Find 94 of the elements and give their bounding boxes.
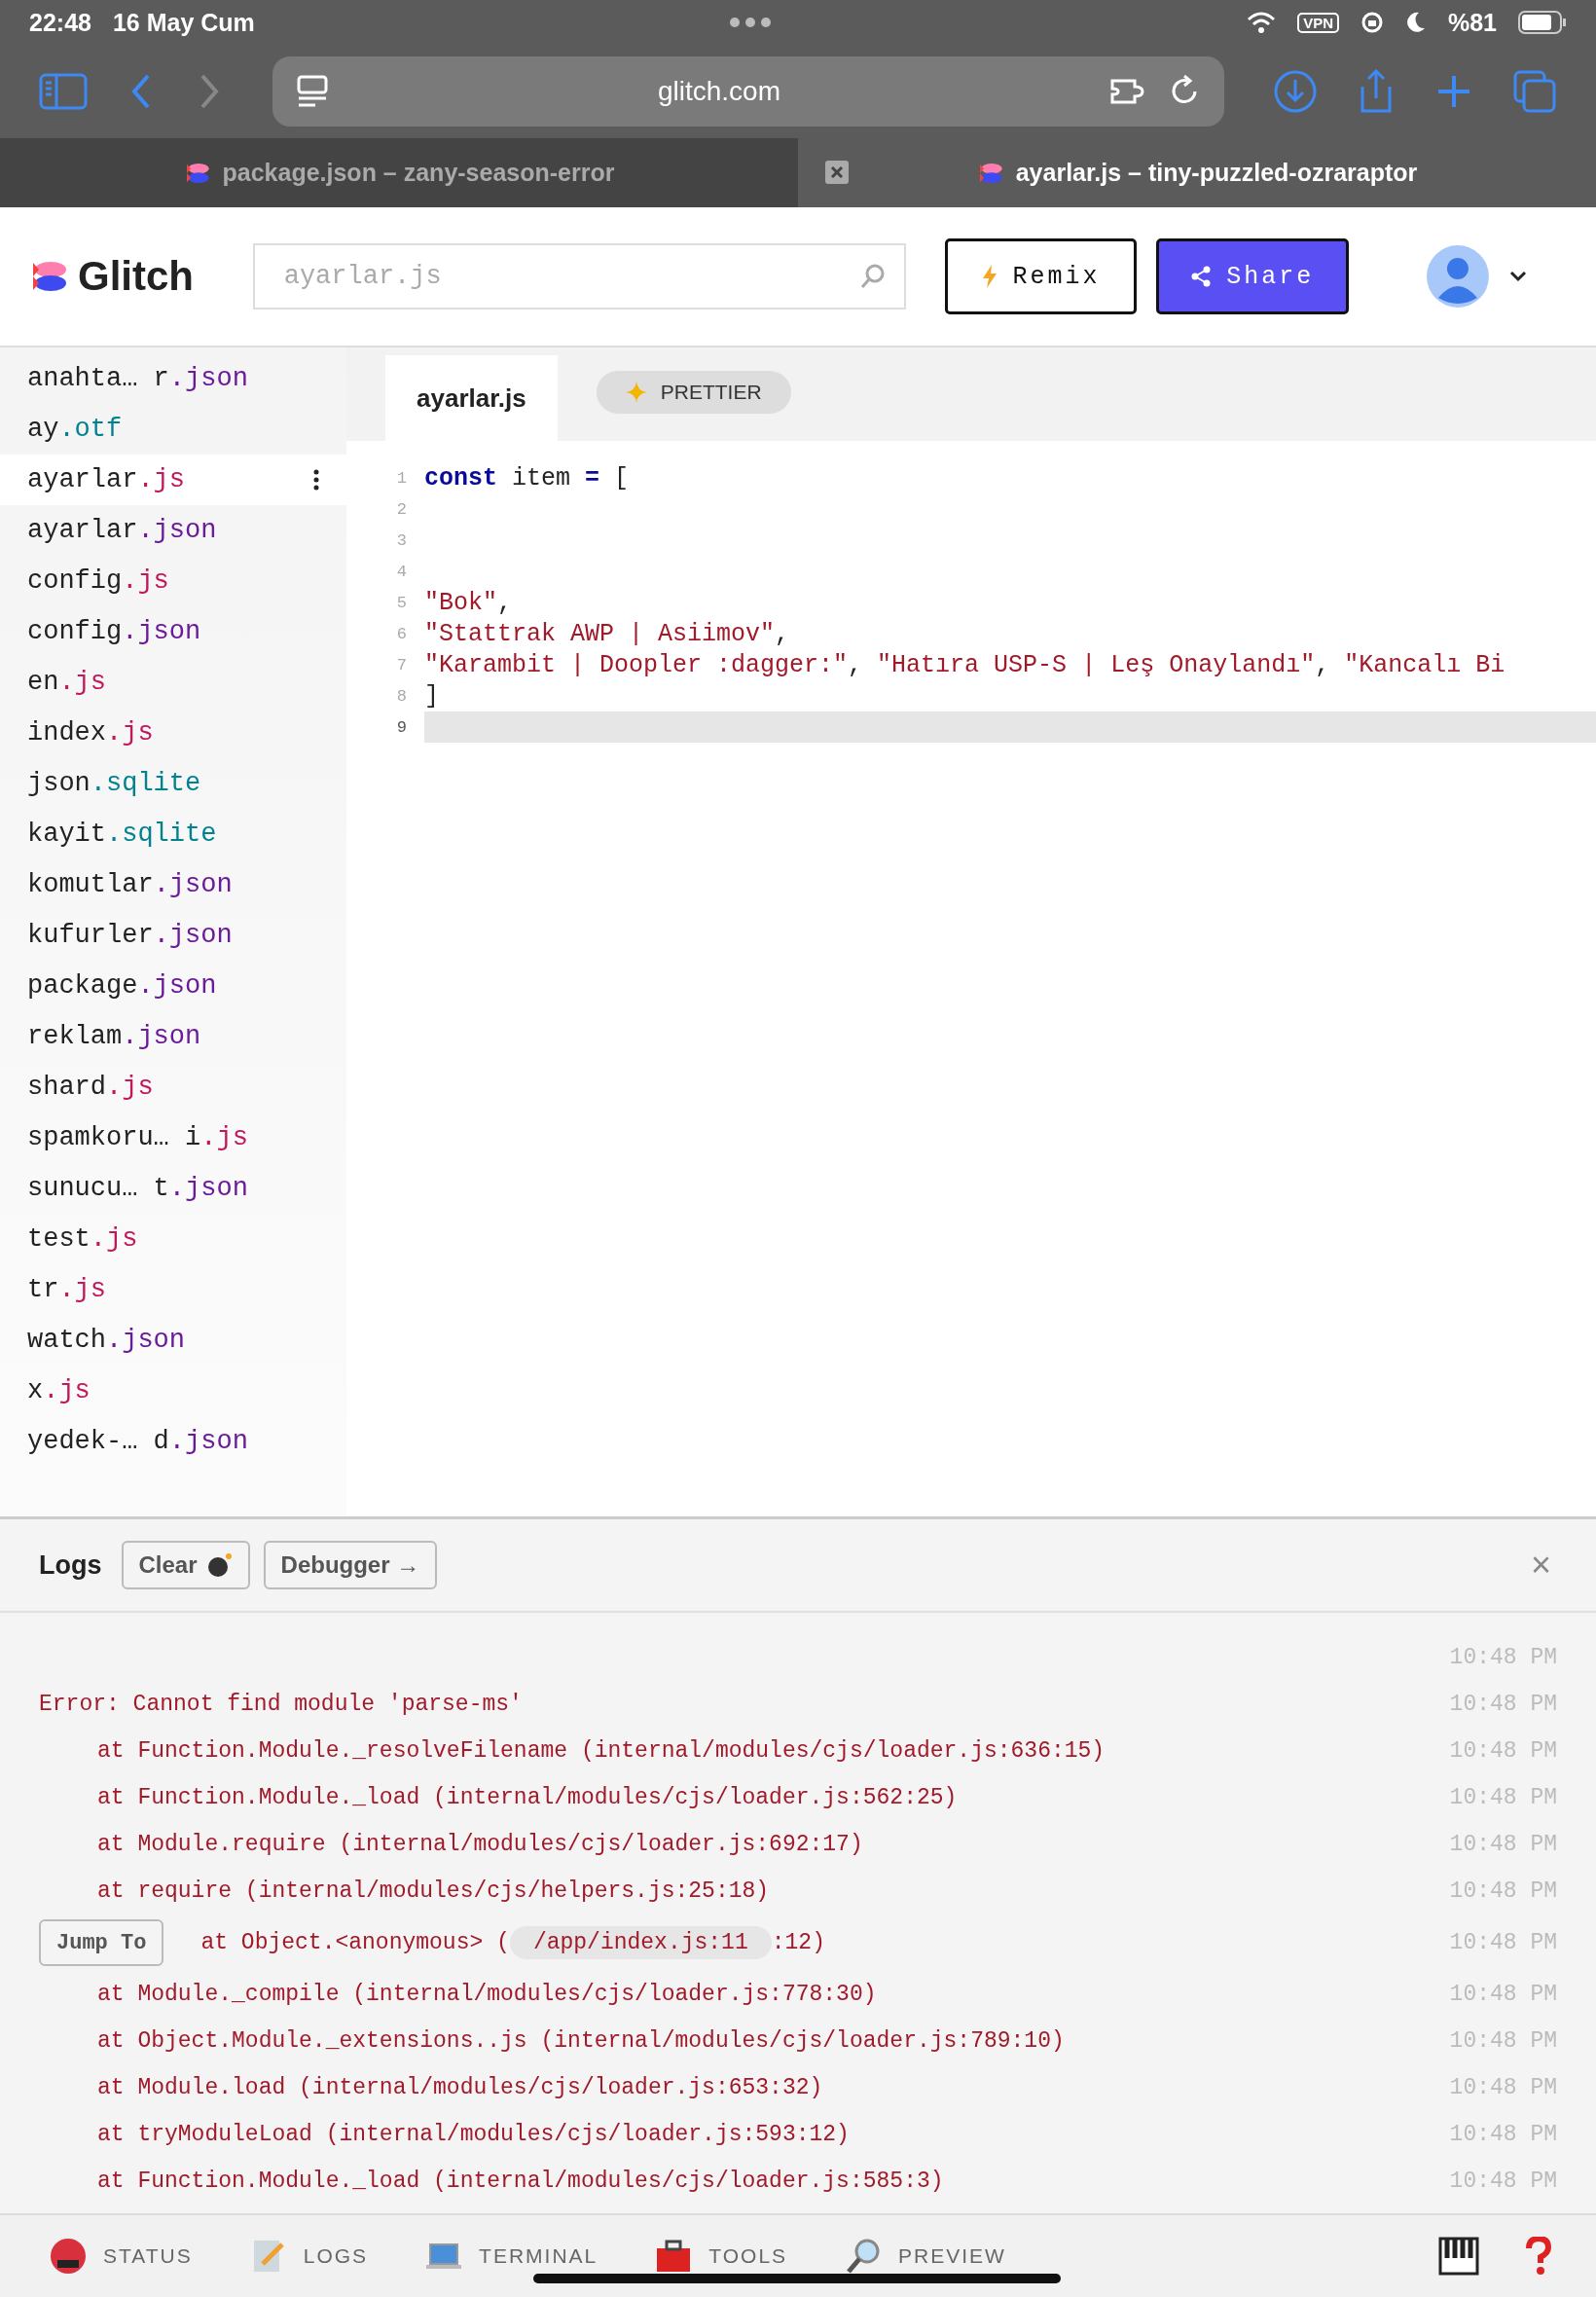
- file-name[interactable]: sunucu… t.json: [27, 1174, 248, 1203]
- moon-icon: [1404, 11, 1427, 34]
- clear-button[interactable]: Clear: [121, 1541, 250, 1589]
- line-number: 8: [395, 685, 408, 708]
- date-text: 16 May Cum: [112, 8, 255, 37]
- file-link[interactable]: /app/index.js:11: [509, 1926, 772, 1959]
- log-time: 10:48 PM: [1449, 2122, 1557, 2147]
- log-message: at Function.Module._load (internal/modules/cjs/loader.js:585:3): [96, 2169, 944, 2194]
- file-name[interactable]: ay.otf: [27, 415, 123, 444]
- browser-tab[interactable]: ayarlar.js – tiny-puzzled-ozraraptor: [798, 138, 1596, 207]
- file-name[interactable]: yedek-… d.json: [27, 1427, 248, 1456]
- remix-button[interactable]: Remix: [944, 238, 1138, 314]
- log-time: 10:48 PM: [1449, 2169, 1557, 2194]
- line-number: 7: [395, 654, 408, 676]
- file-name[interactable]: tr.js: [27, 1275, 106, 1304]
- log-message: at Module.load (internal/modules/cjs/loader.js:653:32): [96, 2075, 823, 2100]
- log-time: 10:48 PM: [1449, 1982, 1557, 2007]
- log-time: 10:48 PM: [1449, 2075, 1557, 2100]
- log-message: at require (internal/modules/cjs/helpers.js:25:18): [96, 1878, 770, 1904]
- lock-rotation-icon: [1360, 11, 1384, 34]
- help-icon[interactable]: [1524, 2237, 1553, 2276]
- more-icon[interactable]: [313, 469, 319, 491]
- log-message: Error: Cannot find module 'parse-ms': [39, 1692, 523, 1717]
- search-field[interactable]: ayarlar.js: [252, 243, 906, 310]
- log-time: 10:48 PM: [1449, 2028, 1557, 2054]
- clock-time: 22:48: [29, 8, 91, 37]
- toolbar-tab[interactable]: PREVIEW: [838, 2236, 1012, 2277]
- file-name[interactable]: test.js: [27, 1224, 138, 1254]
- sparkle-icon: [625, 382, 647, 403]
- line-number: 2: [395, 498, 408, 521]
- prettier-button[interactable]: PRETTIER: [596, 371, 791, 414]
- toolbar-tab[interactable]: TOOLS: [648, 2236, 794, 2277]
- file-name[interactable]: kayit.sqlite: [27, 820, 217, 849]
- toolbar-tab[interactable]: STATUS: [43, 2236, 199, 2277]
- file-name[interactable]: config.json: [27, 617, 201, 646]
- log-time: 10:48 PM: [1449, 1832, 1557, 1857]
- code-editor[interactable]: 1 const item = [ 2 3 4 5 "Bok", 6 "Stattrak AWP | Asiimov", 7 "Karambit | Doopler :dagger:", "Hatıra USP-S | Leş Onaylandı", "Kancalı Bi 8 ] 9: [346, 441, 1596, 743]
- address-bar[interactable]: glitch.com: [272, 56, 1224, 127]
- caret-icon[interactable]: [1508, 270, 1528, 283]
- file-name[interactable]: x.js: [27, 1376, 91, 1405]
- lightning-icon: [981, 265, 998, 288]
- logs-title: Logs: [39, 1550, 102, 1581]
- file-name[interactable]: komutlar.json: [27, 870, 233, 899]
- log-message: at Object.Module._extensions..js (internal/modules/cjs/loader.js:789:10): [96, 2028, 1065, 2054]
- battery-percent: %81: [1447, 8, 1497, 37]
- editor-tab[interactable]: ayarlar.js: [385, 355, 558, 441]
- line-number: 9: [395, 716, 408, 739]
- share-button[interactable]: Share: [1156, 238, 1350, 314]
- jump-to-button[interactable]: Jump To: [39, 1919, 164, 1966]
- log-message: at Function.Module._resolveFilename (internal/modules/cjs/loader.js:636:15): [96, 1738, 1106, 1764]
- file-name[interactable]: kufurler.json: [27, 921, 233, 950]
- debugger-button[interactable]: Debugger →: [263, 1541, 438, 1589]
- close-tab-icon[interactable]: [825, 161, 849, 184]
- avatar-icon[interactable]: [1427, 245, 1490, 308]
- line-number: 5: [395, 592, 408, 614]
- log-time: 10:48 PM: [1449, 1645, 1557, 1670]
- file-name[interactable]: ayarlar.json: [27, 516, 217, 545]
- toolbar-tab[interactable]: TERMINAL: [418, 2236, 604, 2277]
- log-time: 10:48 PM: [1449, 1878, 1557, 1904]
- toolbar-tab[interactable]: LOGS: [242, 2236, 375, 2277]
- file-name[interactable]: config.js: [27, 566, 169, 596]
- line-number: 4: [395, 561, 408, 583]
- search-icon[interactable]: [858, 263, 887, 290]
- file-name[interactable]: reklam.json: [27, 1022, 201, 1051]
- log-time: 10:48 PM: [1449, 1930, 1557, 1955]
- log-message: at Module._compile (internal/modules/cjs/loader.js:778:30): [96, 1982, 877, 2007]
- angry-face-icon: [49, 2237, 88, 2276]
- file-name[interactable]: en.js: [27, 668, 106, 697]
- line-number: 6: [395, 623, 408, 645]
- line-number: 1: [395, 467, 408, 490]
- more-dots-icon[interactable]: [729, 17, 773, 28]
- piano-icon[interactable]: [1438, 2237, 1479, 2276]
- url-text: glitch.com: [656, 76, 781, 107]
- wifi-icon: [1247, 11, 1277, 34]
- log-message: at Module.require (internal/modules/cjs/loader.js:692:17): [96, 1832, 863, 1857]
- battery-icon: [1518, 11, 1567, 34]
- log-time: 10:48 PM: [1449, 1692, 1557, 1717]
- reader-icon[interactable]: [296, 75, 329, 108]
- file-name[interactable]: anahta… r.json: [27, 364, 248, 393]
- log-message: at Function.Module._load (internal/modules/cjs/loader.js:562:25): [96, 1785, 958, 1810]
- file-name[interactable]: shard.js: [27, 1073, 154, 1102]
- glitch-logo[interactable]: Glitch: [29, 253, 230, 300]
- file-name[interactable]: watch.json: [27, 1326, 186, 1355]
- vpn-badge: VPN: [1297, 12, 1339, 33]
- log-message: at tryModuleLoad (internal/modules/cjs/loader.js:593:12): [96, 2122, 850, 2147]
- log-time: 10:48 PM: [1449, 1785, 1557, 1810]
- log-time: 10:48 PM: [1449, 1738, 1557, 1764]
- file-name[interactable]: package.json: [27, 971, 217, 1001]
- share-icon: [1191, 266, 1212, 287]
- file-name[interactable]: spamkoru… i.js: [27, 1123, 248, 1152]
- file-name[interactable]: json.sqlite: [27, 769, 201, 798]
- file-name[interactable]: index.js: [27, 718, 154, 747]
- bomb-icon: [206, 1552, 233, 1578]
- line-number: 3: [395, 529, 408, 552]
